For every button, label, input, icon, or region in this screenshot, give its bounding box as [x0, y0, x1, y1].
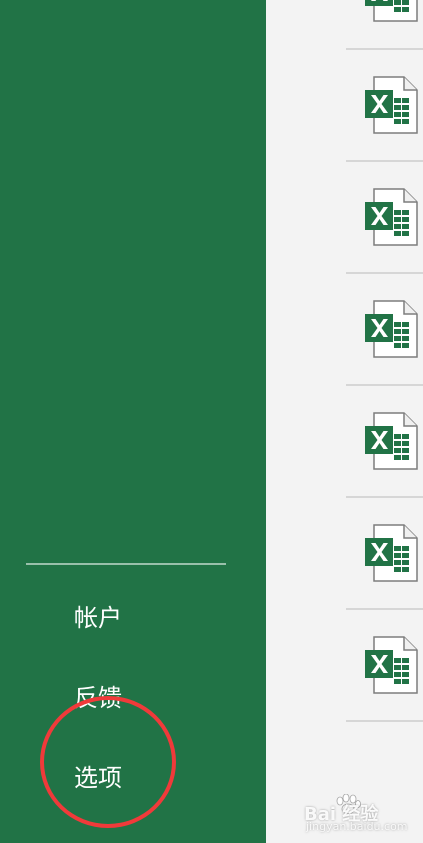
file-row[interactable] — [266, 0, 423, 50]
excel-file-icon — [365, 0, 418, 22]
row-separator — [346, 720, 423, 722]
file-row[interactable] — [266, 50, 423, 162]
excel-file-icon — [365, 300, 418, 358]
red-highlight-circle — [40, 696, 176, 828]
excel-file-icon — [365, 76, 418, 134]
sidebar-item-options[interactable]: 选项 — [74, 763, 224, 793]
file-row[interactable] — [266, 498, 423, 610]
excel-file-icon — [365, 412, 418, 470]
file-row[interactable] — [266, 162, 423, 274]
file-row[interactable] — [266, 610, 423, 722]
file-row[interactable] — [266, 386, 423, 498]
sidebar-divider — [26, 563, 226, 565]
excel-file-icon — [365, 524, 418, 582]
excel-file-icon — [365, 188, 418, 246]
backstage-sidebar: 帐户 反馈 选项 — [0, 0, 266, 843]
file-row[interactable] — [266, 274, 423, 386]
excel-file-icon — [365, 636, 418, 694]
sidebar-item-account[interactable]: 帐户 — [74, 603, 224, 633]
recent-files-panel — [266, 0, 423, 843]
sidebar-item-feedback[interactable]: 反馈 — [74, 683, 224, 713]
